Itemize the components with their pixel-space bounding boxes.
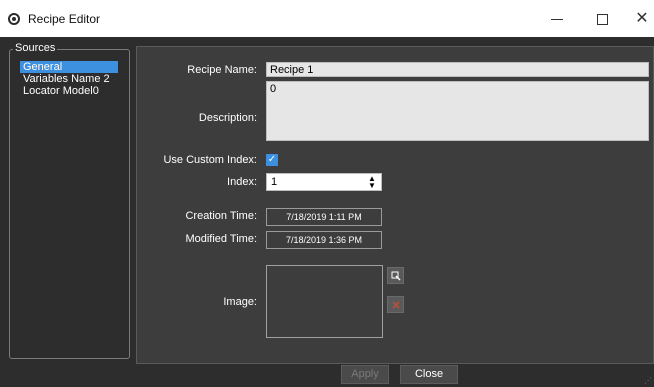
description-label: Description: — [198, 112, 257, 124]
window-title: Recipe Editor — [28, 12, 101, 26]
sources-list[interactable]: General Variables Name 2 Locator Model0 — [20, 61, 130, 97]
maximize-icon — [596, 13, 608, 25]
use-custom-index-label: Use Custom Index: — [163, 154, 257, 166]
close-button[interactable]: Close — [400, 365, 458, 384]
maximize-button[interactable] — [585, 6, 619, 32]
minimize-icon — [551, 18, 563, 20]
close-window-button[interactable]: ✕ — [625, 6, 654, 32]
sources-legend: Sources — [13, 42, 58, 54]
window-body: Sources General Variables Name 2 Locator… — [0, 37, 654, 387]
clear-image-icon — [391, 300, 400, 309]
clear-image-button[interactable] — [387, 296, 404, 313]
recipe-name-label: Recipe Name: — [187, 64, 257, 76]
stepper-arrows-icon[interactable]: ▲ ▼ — [367, 175, 377, 190]
close-icon: ✕ — [635, 10, 649, 27]
creation-time-label: Creation Time: — [185, 210, 257, 222]
general-properties-panel: Recipe Name: Recipe 1 Description: 0 Use… — [136, 46, 654, 364]
index-stepper[interactable]: 1 ▲ ▼ — [266, 173, 382, 191]
resize-grip-icon[interactable]: ⋰ — [644, 377, 652, 385]
image-preview — [266, 265, 383, 338]
index-value: 1 — [271, 176, 278, 188]
description-input[interactable]: 0 — [266, 81, 649, 141]
image-label: Image: — [223, 296, 257, 308]
browse-image-icon — [391, 271, 400, 280]
app-icon — [8, 13, 20, 25]
recipe-name-input[interactable]: Recipe 1 — [266, 62, 649, 77]
source-item-general[interactable]: General — [20, 61, 118, 73]
apply-button[interactable]: Apply — [341, 365, 389, 384]
index-label: Index: — [227, 176, 257, 188]
source-item-locator-model0[interactable]: Locator Model0 — [20, 85, 130, 97]
minimize-button[interactable] — [540, 6, 574, 32]
creation-time-value: 7/18/2019 1:11 PM — [266, 208, 382, 226]
modified-time-label: Modified Time: — [185, 233, 257, 245]
modified-time-value: 7/18/2019 1:36 PM — [266, 231, 382, 249]
sources-group: Sources General Variables Name 2 Locator… — [9, 42, 130, 359]
browse-image-button[interactable] — [387, 267, 404, 284]
use-custom-index-checkbox[interactable]: ✓ — [266, 154, 278, 166]
source-item-variables-name-2[interactable]: Variables Name 2 — [20, 73, 130, 85]
title-bar: Recipe Editor ✕ — [0, 0, 654, 37]
checkmark-icon: ✓ — [267, 154, 277, 165]
